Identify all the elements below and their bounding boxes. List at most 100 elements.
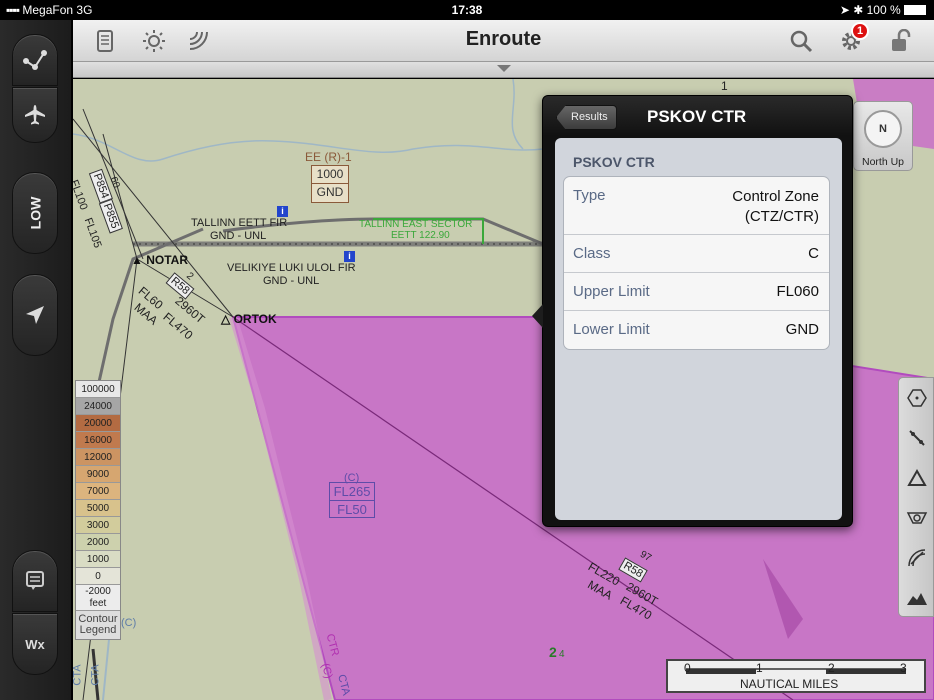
north-up-label: North Up [861, 156, 904, 168]
contour-legend: 100000 24000 20000 16000 12000 9000 7000 5000 30… [75, 380, 121, 640]
detail-row-class: Class C [564, 235, 829, 273]
triangle-icon: ▲ [131, 253, 147, 267]
waypoint-name: ORTOK [233, 312, 277, 326]
section-heading: PSKOV CTR [573, 154, 655, 170]
legend-cells: 100000 24000 20000 16000 12000 9000 7000 5000 30… [76, 381, 120, 611]
waypoint-name: NOTAR [146, 253, 188, 267]
scale-tick: 1 [756, 661, 763, 675]
scale-tick: 0 [684, 661, 691, 675]
low-chart-button[interactable]: LOW [12, 172, 58, 254]
legend-cell: 2000 [76, 534, 120, 551]
map-number: 1 [721, 79, 728, 93]
map-number: 4 [559, 649, 565, 660]
status-bar: ▪▪▪▪ MegaFon 3G 17:38 ➤ ✱ 100 % [0, 0, 934, 20]
vor-icon[interactable] [905, 386, 929, 410]
legend-cell: 3000 [76, 517, 120, 534]
airspace-lower: FL50 [337, 502, 367, 517]
layer-toolbar [898, 377, 934, 617]
legend-cell: 5000 [76, 500, 120, 517]
details-group: Type Control Zone (CTZ/CTR) Class C Upper… [563, 176, 830, 350]
results-back-button[interactable]: Results [556, 105, 617, 130]
info-icon[interactable]: i [344, 251, 355, 262]
search-icon[interactable] [787, 27, 815, 55]
detail-value: C [808, 245, 819, 262]
radar-icon[interactable] [905, 546, 929, 570]
fir-limits: GND - UNL [210, 230, 267, 242]
toolbar-pull-tab[interactable] [73, 62, 934, 78]
north-up-button[interactable]: N North Up [853, 101, 913, 171]
chevron-down-icon [497, 65, 511, 72]
popover-pointer [532, 304, 543, 328]
cta-label: CTA [73, 664, 84, 686]
legend-cell: 20000 [76, 415, 120, 432]
location-button[interactable] [12, 274, 58, 356]
airport-icon[interactable] [905, 506, 929, 530]
info-icon[interactable]: i [277, 206, 288, 217]
scale-bar: 0 1 2 3 NAUTICAL MILES [666, 659, 926, 693]
triangle-icon: △ [221, 312, 234, 326]
detail-row-lower-limit: Lower Limit GND [564, 311, 829, 349]
sector-label: TALLINN EAST SECTOR [359, 219, 473, 230]
legend-cell: 16000 [76, 432, 120, 449]
detail-row-type: Type Control Zone (CTZ/CTR) [564, 177, 829, 235]
restricted-area-lower: GND [316, 185, 344, 199]
airspace-info-popover: Results PSKOV CTR PSKOV CTR Type Control… [532, 95, 854, 527]
location-arrow-icon [26, 306, 44, 324]
fir-label: TALLINN EETT FIR [191, 217, 288, 229]
restricted-area-label: EE (R)-1 [305, 150, 352, 164]
popover-header: Results PSKOV CTR [543, 96, 854, 136]
detail-key: Type [573, 187, 606, 204]
notification-badge: 1 [851, 22, 869, 40]
legend-cell: -2000 feet [76, 585, 120, 611]
lock-icon[interactable] [886, 27, 914, 55]
sector-frequency: EETT 122.90 [391, 230, 450, 241]
route-button[interactable] [12, 34, 58, 86]
legend-cell: 100000 [76, 381, 120, 398]
airspace-limits: FL265 FL50 [329, 482, 375, 518]
scale-tick: 2 [828, 661, 835, 675]
airway-icon[interactable] [905, 426, 929, 450]
legend-caption: Contour Legend [76, 611, 120, 639]
clock: 17:38 [451, 3, 483, 17]
detail-value: GND [785, 321, 819, 338]
compass-icon: N [864, 110, 902, 148]
airplane-icon [25, 105, 45, 125]
airspace-class: (C) [121, 617, 137, 629]
note-icon [26, 571, 44, 590]
left-toolbar: LOW Wx [0, 20, 72, 700]
detail-key: Class [573, 245, 611, 262]
detail-key: Upper Limit [573, 283, 650, 300]
waypoint-notar[interactable]: ▲ NOTAR [131, 253, 188, 267]
waypoint-icon[interactable] [905, 466, 929, 490]
route-icon [23, 50, 47, 70]
airspace-upper: FL265 [330, 483, 374, 501]
restricted-area-limits: 1000 GND [311, 165, 349, 203]
detail-row-upper-limit: Upper Limit FL060 [564, 273, 829, 311]
legend-cell: 9000 [76, 466, 120, 483]
notes-button[interactable] [12, 550, 58, 612]
weather-button[interactable]: Wx [12, 613, 58, 675]
restricted-area-upper: 1000 [312, 166, 348, 184]
cta-label: CTA [89, 664, 102, 686]
legend-cell: 1000 [76, 551, 120, 568]
legend-cell: 0 [76, 568, 120, 585]
legend-cell: 24000 [76, 398, 120, 415]
aircraft-button[interactable] [12, 87, 58, 143]
battery-status: ➤ ✱ 100 % [840, 3, 926, 17]
popover-title: PSKOV CTR [647, 107, 747, 126]
map-number: 2 [549, 644, 557, 660]
top-toolbar: Enroute 1 [73, 20, 934, 62]
legend-cell: 12000 [76, 449, 120, 466]
waypoint-ortok[interactable]: △ ORTOK [221, 312, 277, 326]
scale-tick: 3 [900, 661, 907, 675]
detail-value: FL060 [776, 283, 819, 300]
fir-limits: GND - UNL [263, 275, 320, 287]
popover-body: PSKOV CTR Type Control Zone (CTZ/CTR) Cla… [555, 138, 842, 520]
low-label: LOW [27, 196, 43, 230]
detail-key: Lower Limit [573, 321, 650, 338]
settings-button[interactable]: 1 [837, 22, 869, 55]
scale-ruler [686, 668, 906, 674]
detail-value: Control Zone (CTZ/CTR) [732, 188, 819, 225]
scale-caption: NAUTICAL MILES [740, 677, 839, 691]
terrain-icon[interactable] [905, 586, 929, 610]
